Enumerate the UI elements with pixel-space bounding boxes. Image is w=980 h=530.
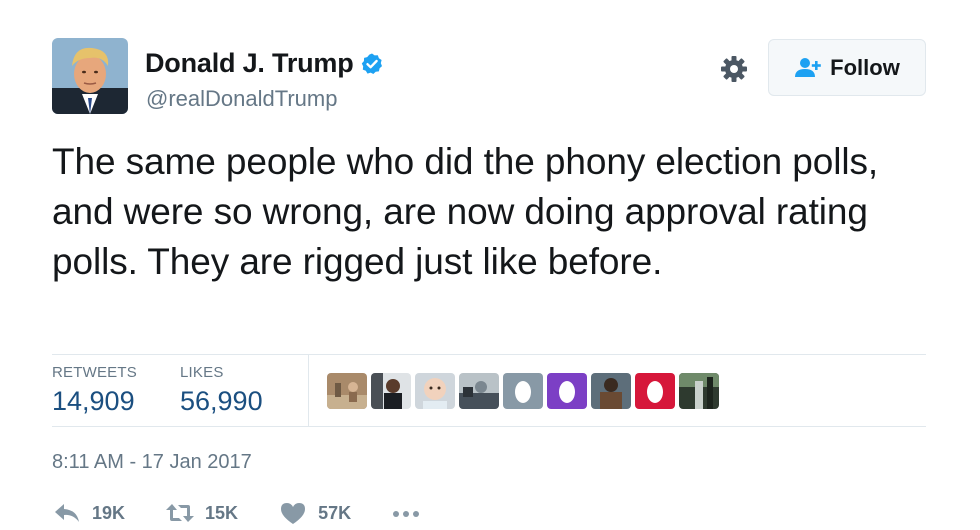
likes-stat[interactable]: LIKES 56,990 — [180, 364, 263, 417]
liker-avatar-6-default-egg-icon[interactable] — [547, 373, 587, 409]
reply-button[interactable]: 19K — [52, 500, 125, 526]
retweet-icon — [166, 504, 195, 522]
avatar-photo — [52, 38, 128, 114]
follow-button-label: Follow — [830, 54, 900, 80]
reply-count: 19K — [92, 502, 126, 523]
likes-count: 56,990 — [180, 386, 263, 416]
liker-avatar-3[interactable] — [415, 373, 455, 409]
liker-avatar-8-default-egg-icon[interactable] — [635, 373, 675, 409]
stats-top-divider — [52, 354, 926, 355]
retweets-count: 14,909 — [52, 386, 135, 416]
avatar[interactable] — [52, 38, 128, 114]
more-dots-icon — [393, 511, 420, 517]
gear-icon[interactable] — [719, 54, 749, 84]
stats-separator — [308, 355, 309, 427]
retweets-stat[interactable]: RETWEETS 14,909 — [52, 364, 137, 417]
like-count: 57K — [318, 502, 352, 523]
liker-avatar-1[interactable] — [327, 373, 367, 409]
tweet-timestamp[interactable]: 8:11 AM - 17 Jan 2017 — [52, 451, 252, 474]
liker-avatar-5-default-egg-icon[interactable] — [503, 373, 543, 409]
verified-badge-icon — [361, 53, 382, 74]
follow-button[interactable]: Follow — [768, 39, 926, 96]
tweet-text: The same people who did the phony electi… — [52, 141, 879, 282]
more-button[interactable] — [391, 500, 421, 526]
reply-icon — [55, 504, 79, 522]
add-user-icon — [795, 57, 821, 77]
liker-avatar-4[interactable] — [459, 373, 499, 409]
retweet-button[interactable]: 15K — [165, 500, 238, 526]
liker-avatar-2[interactable] — [371, 373, 411, 409]
tweet-actions: 19K 15K 57K — [52, 500, 461, 526]
likes-label: LIKES — [180, 364, 224, 381]
liker-avatar-9[interactable] — [679, 373, 719, 409]
user-fullname[interactable]: Donald J. Trump — [145, 48, 354, 79]
liker-avatar-7[interactable] — [591, 373, 631, 409]
user-handle[interactable]: @realDonaldTrump — [146, 86, 337, 112]
retweet-count: 15K — [205, 502, 239, 523]
retweets-label: RETWEETS — [52, 364, 137, 381]
heart-icon — [281, 503, 306, 524]
user-name-row[interactable]: Donald J. Trump — [145, 48, 384, 79]
like-button[interactable]: 57K — [278, 500, 351, 526]
stats-bottom-divider — [52, 426, 926, 427]
liker-avatars — [327, 373, 719, 409]
